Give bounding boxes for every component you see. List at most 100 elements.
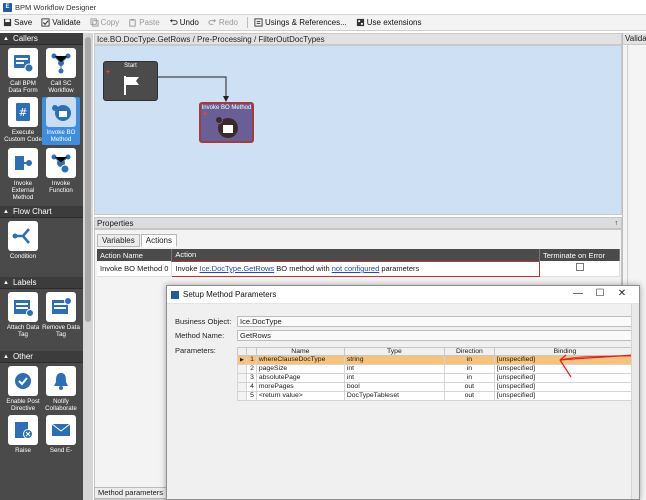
paste-icon: [129, 18, 136, 27]
redo-icon: [208, 18, 216, 25]
param-binding[interactable]: [unspecified]: [493, 391, 637, 401]
tool-invoke-external-method[interactable]: Invoke External Method: [4, 148, 42, 201]
use-extensions-button[interactable]: Use extensions: [356, 18, 421, 27]
param-name[interactable]: pageSize: [255, 364, 345, 374]
tool-enable-post-directive[interactable]: Enable Post Directive: [4, 366, 42, 412]
param-binding[interactable]: [unspecified]: [493, 382, 637, 392]
param-type[interactable]: int: [343, 364, 445, 374]
number-header: [245, 347, 257, 356]
param-type[interactable]: bool: [343, 382, 445, 392]
param-name[interactable]: <return value>: [255, 391, 345, 401]
properties-tabs: Variables Actions: [97, 234, 178, 247]
save-icon: [3, 18, 12, 27]
column-header-action[interactable]: Action: [171, 249, 540, 261]
table-row[interactable]: 4 morePages bool out [unspecified]: [237, 382, 637, 392]
table-row[interactable]: 5 <return value> DocTypeTableset out [un…: [237, 391, 637, 401]
param-direction[interactable]: in: [443, 355, 495, 365]
dialog-titlebar: Setup Method Parameters — ☐ ✕: [167, 286, 639, 304]
tool-call-sc-workflow[interactable]: Call SC Workflow: [42, 48, 80, 94]
tool-condition[interactable]: Condition: [4, 221, 42, 260]
redo-button[interactable]: Redo: [208, 18, 238, 27]
tool-remove-data-tag[interactable]: Remove Data Tag: [42, 292, 80, 338]
param-type[interactable]: int: [343, 373, 445, 383]
business-object-label: Business Object:: [175, 317, 232, 326]
column-header-type[interactable]: Type: [343, 347, 445, 356]
terminate-cell: [539, 261, 620, 277]
tool-call-bpm-data-form[interactable]: Call BPM Data Form: [4, 48, 42, 94]
toolbox-scroll-thumb[interactable]: [85, 37, 91, 322]
data-form-icon: [14, 55, 34, 73]
invoke-bo-method-node[interactable]: Invoke BO Method +: [199, 102, 254, 143]
undo-icon: [169, 18, 178, 25]
paste-button[interactable]: Paste: [128, 18, 160, 27]
collapse-chevron-icon: ▲: [3, 35, 9, 42]
row-selector-header: [237, 347, 247, 356]
toolbox-scrollbar[interactable]: [83, 33, 93, 500]
invoke-bo-icon: [52, 105, 71, 121]
function-icon: [51, 154, 71, 174]
tool-notify-collaborate[interactable]: Notify Collaborate: [42, 366, 80, 412]
labels-group: Attach Data Tag Remove Data Tag: [0, 289, 83, 343]
tab-method-parameters[interactable]: Method parameters: [94, 487, 168, 499]
minimize-icon[interactable]: —: [567, 288, 589, 299]
bell-icon: [54, 373, 68, 390]
toolbox-header-other[interactable]: ▲ Other: [0, 351, 83, 363]
workflow-canvas[interactable]: Start + Invoke BO Method +: [94, 45, 622, 215]
close-icon[interactable]: ✕: [611, 288, 633, 299]
business-object-field: Ice.DocType: [237, 316, 633, 327]
bo-method-link[interactable]: Ice.DocType.GetRows: [200, 264, 275, 273]
tool-send-email[interactable]: Send E-: [42, 415, 80, 454]
tab-actions[interactable]: Actions: [140, 234, 177, 247]
param-name[interactable]: whereClauseDocType: [255, 355, 345, 365]
action-description-cell[interactable]: Invoke Ice.DocType.GetRows BO method wit…: [171, 260, 540, 277]
method-name-label: Method Name:: [175, 331, 225, 340]
tool-invoke-bo-method[interactable]: Invoke BO Method: [42, 97, 80, 145]
parameters-config-link[interactable]: not configured: [332, 264, 380, 273]
param-name[interactable]: absolutePage: [255, 373, 345, 383]
toolbox-header-callers[interactable]: ▲ Callers: [0, 33, 83, 45]
tool-raise[interactable]: Raise: [4, 415, 42, 454]
attach-tag-icon: [14, 300, 34, 317]
validate-button[interactable]: Validate: [41, 18, 81, 27]
tool-execute-custom-code[interactable]: # Execute Custom Code: [4, 97, 42, 145]
undo-button[interactable]: Undo: [169, 18, 199, 27]
tool-invoke-function[interactable]: Invoke Function: [42, 148, 80, 201]
parameters-label: Parameters:: [175, 346, 216, 355]
copy-button[interactable]: Copy: [90, 18, 119, 27]
column-header-direction[interactable]: Direction: [443, 347, 495, 356]
action-name-cell[interactable]: Invoke BO Method 0: [97, 261, 173, 277]
usings-references-button[interactable]: Usings & References...: [254, 18, 347, 27]
toolbox-header-flow-chart[interactable]: ▲ Flow Chart: [0, 206, 83, 218]
window-title: BPM Workflow Designer: [15, 2, 97, 12]
dialog-scrollbar[interactable]: [631, 304, 639, 499]
column-header-terminate[interactable]: Terminate on Error: [539, 249, 620, 261]
custom-code-icon: #: [16, 103, 30, 121]
pin-icon[interactable]: ↑: [615, 218, 619, 229]
column-header-name[interactable]: Name: [255, 347, 345, 356]
start-node[interactable]: Start +: [103, 61, 158, 101]
column-header-action-name[interactable]: Action Name: [97, 249, 173, 261]
param-direction[interactable]: in: [443, 373, 495, 383]
param-name[interactable]: morePages: [255, 382, 345, 392]
raise-exception-icon: [15, 422, 33, 439]
callers-group: Call BPM Data Form Call SC Workflow # Ex…: [0, 45, 83, 206]
maximize-icon[interactable]: ☐: [589, 288, 611, 299]
toolbox-header-labels[interactable]: ▲ Labels: [0, 277, 83, 289]
validate-icon: [41, 18, 50, 27]
param-direction[interactable]: out: [443, 382, 495, 392]
tab-variables[interactable]: Variables: [97, 234, 140, 247]
save-button[interactable]: Save: [3, 18, 32, 27]
param-direction[interactable]: in: [443, 364, 495, 374]
param-type[interactable]: string: [343, 355, 445, 365]
tool-attach-data-tag[interactable]: Attach Data Tag: [4, 292, 42, 338]
svg-text:#: #: [18, 106, 27, 119]
param-type[interactable]: DocTypeTableset: [343, 391, 445, 401]
external-method-icon: [15, 156, 32, 170]
terminate-on-error-checkbox[interactable]: [575, 263, 584, 272]
properties-title: Properties ↑: [94, 217, 622, 229]
remove-tag-icon: [52, 297, 72, 314]
flag-icon: [124, 76, 139, 95]
references-icon: [254, 18, 263, 27]
param-direction[interactable]: out: [443, 391, 495, 401]
table-row[interactable]: Invoke BO Method 0 Invoke Ice.DocType.Ge…: [97, 260, 620, 277]
